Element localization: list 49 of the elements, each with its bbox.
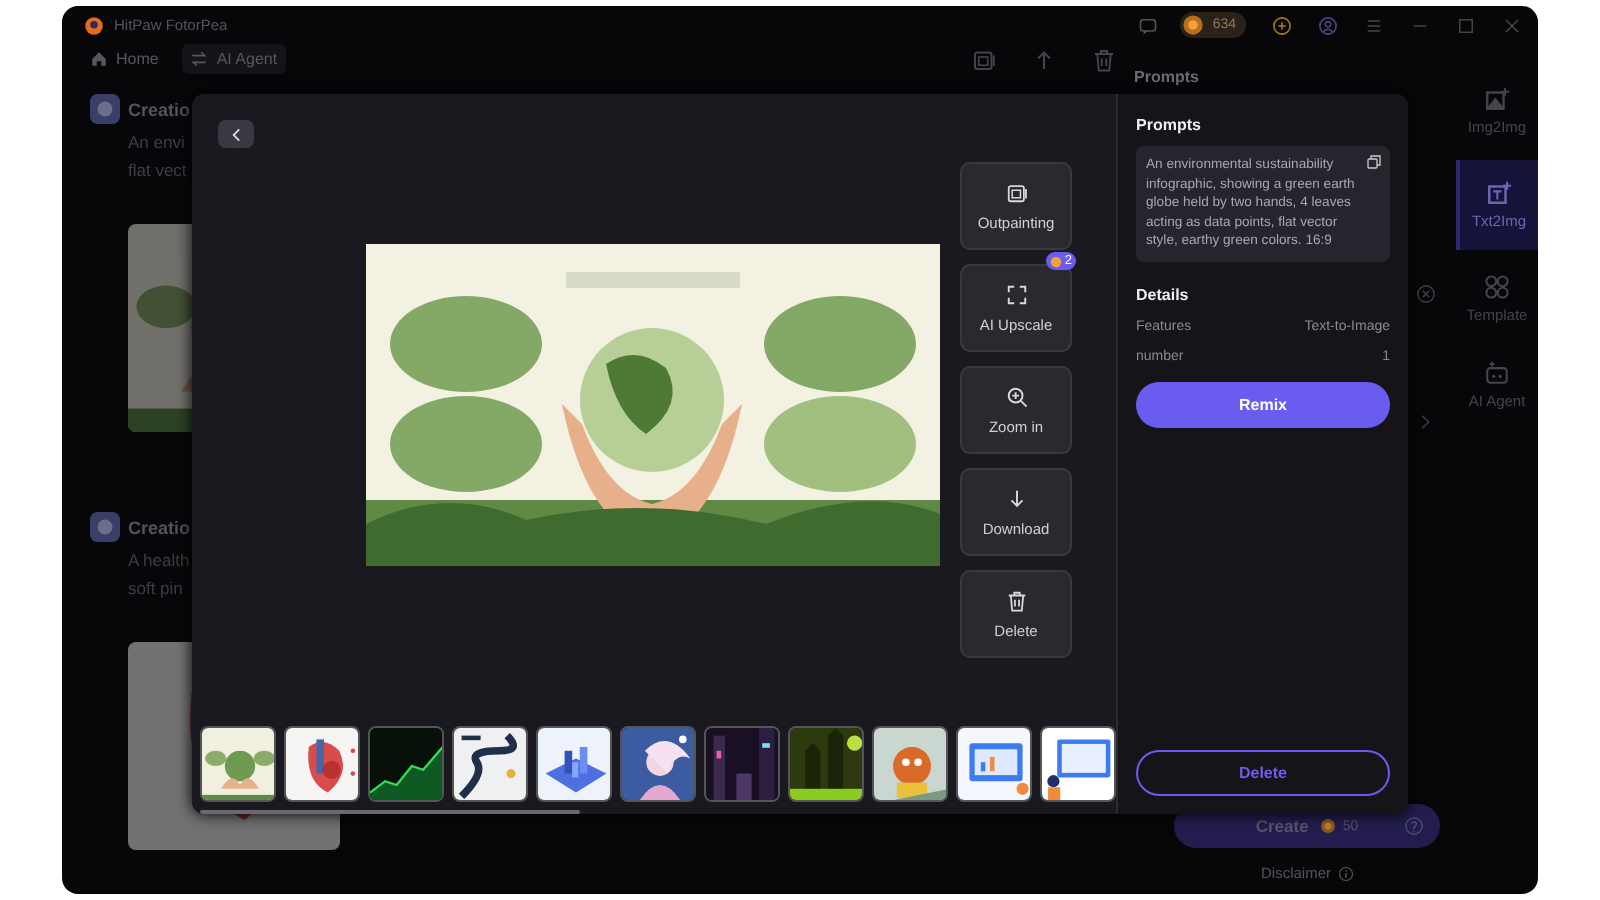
prompt-text: A health	[128, 550, 190, 570]
robot-icon	[1484, 360, 1510, 386]
swap-arrows-icon	[190, 50, 209, 68]
four-circles-icon	[1484, 274, 1510, 300]
nav-tab[interactable]: Home	[82, 44, 167, 74]
section-heading: Prompts	[1136, 116, 1203, 134]
upload-icon	[1032, 47, 1056, 71]
prompt-text: An envi	[128, 132, 185, 152]
thumbnail[interactable]	[452, 726, 528, 803]
image-plus-icon	[1484, 86, 1510, 112]
avatar-icon	[90, 512, 120, 542]
corners-icon	[1005, 283, 1027, 306]
compare-icon	[972, 47, 996, 71]
thumbnail[interactable]	[1040, 726, 1116, 803]
trash-icon	[1005, 589, 1027, 612]
prompt-text: soft pin	[128, 578, 183, 598]
history-title: Creatio	[128, 517, 191, 537]
app-logo-icon	[84, 15, 104, 35]
coin-icon	[1320, 818, 1337, 834]
download-icon	[1005, 487, 1027, 510]
prompt-text: flat vect	[128, 160, 187, 180]
info-icon	[1337, 865, 1353, 881]
remix-button[interactable]: Remix	[1136, 381, 1390, 427]
avatar-icon	[90, 94, 120, 124]
expand-image-icon	[1005, 181, 1027, 204]
chevron-left-icon	[227, 125, 245, 144]
section-heading: Details	[1136, 285, 1191, 303]
history-title: Creatio	[128, 99, 191, 119]
thumbnail[interactable]	[956, 726, 1032, 803]
copy-icon[interactable]	[1366, 154, 1382, 170]
delete-button[interactable]: Delete	[1136, 750, 1390, 796]
chat-icon[interactable]	[1138, 15, 1159, 35]
thumbnail[interactable]	[704, 726, 780, 803]
home-icon	[90, 50, 108, 68]
text-plus-icon	[1486, 180, 1512, 206]
trash-icon	[1092, 47, 1116, 71]
user-icon[interactable]	[1318, 15, 1338, 35]
panel-heading: Prompts	[1134, 66, 1201, 86]
back-button[interactable]	[218, 120, 254, 149]
coin-icon	[1050, 255, 1063, 268]
nav-tab[interactable]: AI Agent	[182, 44, 286, 74]
add-icon[interactable]	[1272, 15, 1292, 35]
zoom-in-icon	[1005, 385, 1027, 408]
thumbnail[interactable]	[872, 726, 948, 803]
thumbnail[interactable]	[788, 726, 864, 803]
thumbnail[interactable]	[620, 726, 696, 803]
thumbnail[interactable]	[536, 726, 612, 803]
thumbnail[interactable]	[368, 726, 444, 803]
coin-icon	[1182, 14, 1205, 36]
